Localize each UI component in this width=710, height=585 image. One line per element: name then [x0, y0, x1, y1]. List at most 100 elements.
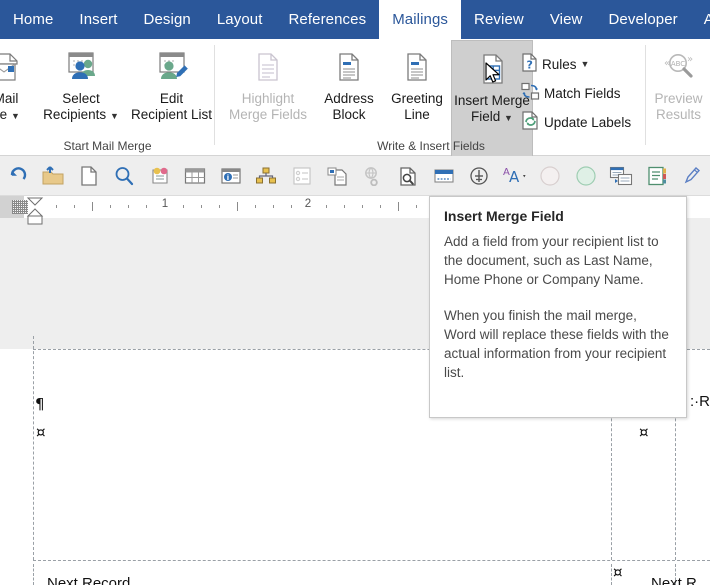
undo-icon[interactable]: [0, 156, 36, 196]
custom-toolbar: i AA: [0, 156, 710, 196]
edit-recipient-list-icon: [152, 45, 192, 91]
cell-end-mark: ¤: [639, 423, 649, 441]
ribbon-tabstrip: Home Insert Design Layout References Mai…: [0, 0, 710, 39]
table-icon[interactable]: [178, 156, 214, 196]
header-footer-icon[interactable]: [426, 156, 462, 196]
paragraph-mark: ¶: [35, 395, 45, 413]
insert-merge-field-label-1: Insert Merge: [454, 93, 530, 108]
list-icon[interactable]: [284, 156, 320, 196]
chevron-down-icon[interactable]: ▼: [581, 59, 590, 69]
rules-button[interactable]: ? Rules ▼: [521, 53, 589, 75]
tooltip-paragraph-2: When you finish the mail merge, Word wil…: [444, 308, 669, 380]
hyperlink-icon[interactable]: [355, 156, 391, 196]
edit-recipient-list-button[interactable]: Edit Recipient List: [128, 39, 215, 122]
ruler-number: 1: [161, 198, 169, 210]
next-record-field-right: Next R: [651, 575, 697, 585]
tab-home[interactable]: Home: [0, 0, 66, 39]
highlight-merge-fields-label-1: Highlight: [241, 91, 295, 106]
tab-layout[interactable]: Layout: [204, 0, 276, 39]
table-border-col-next: [611, 564, 612, 585]
edit-recipient-list-label-1: Edit: [159, 91, 184, 106]
chevron-down-icon[interactable]: ▼: [504, 113, 513, 123]
edit-recipient-list-label-2: Recipient List: [130, 106, 213, 122]
shape-circle-green-icon[interactable]: [568, 156, 604, 196]
address-block-label-2: Block: [332, 106, 366, 122]
ribbon-group-write-insert-fields: Highlight Merge Fields Address Block Gre…: [216, 39, 646, 171]
start-mail-merge-icon: [0, 45, 23, 91]
svg-text:?: ?: [527, 59, 533, 72]
group-separator: [645, 45, 646, 145]
address-block-label-1: Address: [324, 91, 374, 106]
update-labels-icon: [521, 111, 540, 133]
start-mail-merge-button[interactable]: Mail ge ▼: [0, 39, 34, 122]
select-recipients-label-1: Select: [62, 91, 100, 106]
group-label-write-insert-fields: Write & Insert Fields: [377, 139, 485, 153]
rules-label: Rules: [542, 56, 577, 72]
ribbon-body: Mail ge ▼: [0, 39, 710, 171]
highlight-merge-fields-label-2: Merge Fields: [228, 106, 308, 122]
search-icon[interactable]: [107, 156, 143, 196]
font-color-icon[interactable]: AA: [497, 156, 533, 196]
new-document-icon[interactable]: [71, 156, 107, 196]
match-fields-icon: [521, 82, 540, 104]
tab-design[interactable]: Design: [131, 0, 204, 39]
tab-mailings[interactable]: Mailings: [379, 0, 462, 39]
chevron-down-icon[interactable]: ▼: [110, 111, 119, 121]
svg-text:»: »: [687, 54, 693, 65]
word-window: Home Insert Design Layout References Mai…: [0, 0, 710, 585]
select-recipients-button[interactable]: Select Recipients ▼: [34, 39, 128, 122]
update-labels-button[interactable]: Update Labels: [521, 111, 631, 133]
ruler-number: 2: [304, 198, 312, 210]
greeting-line-icon: [400, 45, 434, 91]
tab-review[interactable]: Review: [461, 0, 537, 39]
tab-label: Mailings: [392, 11, 449, 28]
org-chart-icon[interactable]: [249, 156, 285, 196]
indent-markers-icon[interactable]: [26, 196, 44, 230]
tab-developer[interactable]: Developer: [595, 0, 690, 39]
notebook-icon[interactable]: [639, 156, 675, 196]
svg-text:ABC: ABC: [670, 60, 684, 68]
pen-icon[interactable]: [675, 156, 710, 196]
start-mail-merge-label-1: Mail: [0, 91, 19, 106]
greeting-line-label-1: Greeting: [391, 91, 443, 106]
tab-references[interactable]: References: [275, 0, 379, 39]
info-card-icon[interactable]: i: [213, 156, 249, 196]
match-fields-label: Match Fields: [544, 85, 621, 101]
tab-label: References: [288, 11, 367, 28]
tab-insert[interactable]: Insert: [66, 0, 130, 39]
group-label-start-mail-merge: Start Mail Merge: [63, 139, 152, 153]
highlight-merge-fields-button[interactable]: Highlight Merge Fields: [221, 39, 315, 122]
tab-label: Review: [474, 11, 524, 28]
preview-results-label-1: Preview: [654, 91, 703, 106]
table-border-left: [33, 336, 34, 560]
rules-icon: ?: [521, 53, 538, 75]
tab-view[interactable]: View: [537, 0, 596, 39]
mouse-cursor-icon: [485, 62, 501, 91]
greeting-line-button[interactable]: Greeting Line: [383, 39, 451, 122]
insert-object-icon[interactable]: [320, 156, 356, 196]
group-separator: [214, 45, 215, 145]
open-folder-icon[interactable]: [36, 156, 72, 196]
print-preview-icon[interactable]: [391, 156, 427, 196]
greeting-line-label-2: Line: [404, 106, 430, 122]
address-block-button[interactable]: Address Block: [315, 39, 383, 122]
tooltip-paragraph-1: Add a field from your recipient list to …: [444, 234, 659, 287]
shape-circle-icon[interactable]: [533, 156, 569, 196]
merge-field-fragment: :·R: [690, 393, 710, 410]
cell-end-mark: ¤: [36, 423, 46, 441]
form-icon[interactable]: [604, 156, 640, 196]
table-border-row: [33, 560, 710, 561]
tab-label: Add: [703, 11, 710, 28]
select-recipients-icon: [61, 45, 101, 91]
preview-results-button[interactable]: ABC « » Preview Results: [647, 39, 710, 122]
comment-icon[interactable]: [142, 156, 178, 196]
svg-text:A: A: [509, 168, 520, 186]
tab-label: Layout: [216, 11, 263, 28]
insert-merge-field-label-2: Field ▼: [471, 108, 513, 124]
tooltip-title: Insert Merge Field: [444, 208, 564, 224]
strikethrough-icon[interactable]: [462, 156, 498, 196]
tab-addins[interactable]: Add: [691, 0, 710, 39]
next-record-field: Next Record: [47, 575, 131, 585]
chevron-down-icon[interactable]: ▼: [11, 111, 20, 121]
match-fields-button[interactable]: Match Fields: [521, 82, 621, 104]
